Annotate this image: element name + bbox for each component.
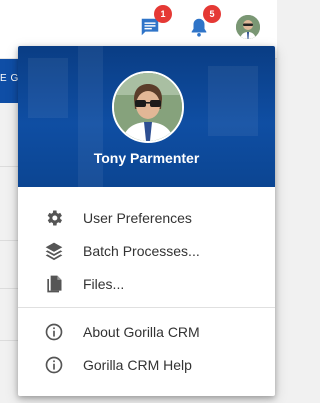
menu-item-label: User Preferences [83, 209, 192, 226]
user-menu-header: Tony Parmenter [18, 46, 275, 187]
menu-item-about[interactable]: About Gorilla CRM [18, 315, 275, 348]
messages-button[interactable]: 1 [137, 5, 172, 40]
menu-item-label: Batch Processes... [83, 242, 200, 259]
menu-divider [18, 307, 275, 308]
gear-icon [44, 208, 64, 228]
menu-item-batch-processes[interactable]: Batch Processes... [18, 234, 275, 267]
messages-badge: 1 [154, 5, 172, 23]
avatar [114, 73, 182, 141]
profile-photo [112, 71, 184, 143]
notifications-badge: 5 [203, 5, 221, 23]
info-icon [44, 355, 64, 375]
avatar [236, 15, 260, 39]
notifications-button[interactable]: 5 [186, 5, 221, 40]
menu-item-user-preferences[interactable]: User Preferences [18, 201, 275, 234]
background-divider [0, 166, 20, 167]
background-divider [0, 340, 20, 341]
header-texture [28, 58, 68, 118]
menu-item-files[interactable]: Files... [18, 267, 275, 300]
layers-icon [44, 241, 64, 261]
background-divider [0, 240, 20, 241]
menu-item-label: About Gorilla CRM [83, 323, 200, 340]
user-avatar-button[interactable] [236, 15, 260, 39]
user-name: Tony Parmenter [93, 150, 200, 166]
background-banner: E GI [0, 59, 20, 103]
menu-item-help[interactable]: Gorilla CRM Help [18, 348, 275, 381]
user-menu: Tony Parmenter User Preferences Batch Pr… [18, 46, 275, 396]
file-icon [44, 274, 64, 294]
info-icon [44, 322, 64, 342]
background-divider [0, 288, 20, 289]
background-banner-text: E GI [0, 73, 20, 84]
menu-item-label: Gorilla CRM Help [83, 356, 192, 373]
header-texture [208, 66, 258, 136]
menu-item-label: Files... [83, 275, 125, 292]
